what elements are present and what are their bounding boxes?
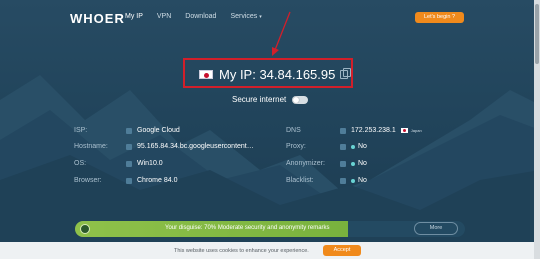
- status-dot-icon: [351, 178, 355, 183]
- anonymizer-icon: [340, 160, 346, 167]
- annotation-arrow-icon: [272, 11, 291, 56]
- os-text: Win10.0: [137, 160, 163, 167]
- main-nav: My IP VPN Download Services ▾: [125, 13, 262, 20]
- dns-icon: [340, 127, 346, 134]
- nav-download[interactable]: Download: [185, 13, 216, 20]
- anonymizer-key: Anonymizer:: [286, 160, 325, 167]
- status-dot-icon: [351, 144, 355, 149]
- proxy-value: No: [340, 143, 367, 150]
- my-ip-value: My IP: 34.84.165.95: [219, 67, 336, 82]
- hostname-key: Hostname:: [74, 143, 108, 150]
- nav-services[interactable]: Services ▾: [230, 13, 261, 20]
- dns-value: 172.253.238.1 Japan: [340, 127, 422, 134]
- server-icon: [126, 143, 132, 150]
- nav-my-ip[interactable]: My IP: [125, 13, 143, 20]
- windows-icon: [126, 160, 132, 167]
- browser-value: Chrome 84.0: [126, 177, 177, 184]
- page-scrollbar[interactable]: [534, 0, 540, 259]
- nav-services-label: Services: [230, 13, 258, 20]
- blacklist-text: No: [358, 177, 367, 184]
- hostname-value: 95.165.84.34.bc.googleusercontent…: [126, 143, 254, 150]
- dns-key: DNS: [286, 127, 301, 134]
- browser-text: Chrome 84.0: [137, 177, 178, 184]
- cloud-icon: [126, 127, 132, 134]
- blacklist-icon: [340, 177, 346, 184]
- proxy-key: Proxy:: [286, 143, 306, 150]
- accept-cookies-button[interactable]: Accept: [323, 245, 361, 256]
- cookie-text: This website uses cookies to enhance you…: [174, 248, 309, 254]
- proxy-text: No: [358, 143, 367, 150]
- lets-begin-button[interactable]: Let's begin ?: [415, 12, 464, 23]
- secure-internet-label: Secure internet: [232, 95, 287, 104]
- anonymizer-value: No: [340, 160, 367, 167]
- mask-icon: [80, 224, 90, 234]
- status-dot-icon: [351, 161, 355, 166]
- isp-key: ISP:: [74, 127, 88, 134]
- browser-key: Browser:: [74, 177, 102, 184]
- os-key: OS:: [74, 160, 87, 167]
- ip-display: My IP: 34.84.165.95: [199, 67, 352, 82]
- chrome-icon: [126, 177, 132, 184]
- chevron-down-icon: ▾: [259, 14, 262, 20]
- disguise-text: Your disguise: 70% Moderate security and…: [165, 225, 330, 231]
- hostname-text: 95.165.84.34.bc.googleusercontent…: [137, 143, 254, 150]
- disguise-progress-bar: Your disguise: 70% Moderate security and…: [75, 221, 465, 237]
- dns-country: Japan: [410, 128, 422, 133]
- more-button[interactable]: More: [414, 222, 458, 235]
- anonymizer-text: No: [358, 160, 367, 167]
- os-value: Win10.0: [126, 160, 163, 167]
- whoer-logo[interactable]: WHOER: [70, 11, 125, 26]
- japan-flag-icon: [400, 128, 408, 133]
- nav-vpn[interactable]: VPN: [157, 13, 171, 20]
- ip-highlight-box: My IP: 34.84.165.95: [183, 58, 353, 88]
- secure-internet: Secure internet: [232, 95, 309, 104]
- scrollbar-thumb[interactable]: [535, 4, 539, 64]
- proxy-icon: [340, 143, 346, 150]
- blacklist-key: Blacklist:: [286, 177, 314, 184]
- cookie-banner: This website uses cookies to enhance you…: [0, 242, 534, 259]
- secure-internet-toggle[interactable]: [292, 95, 309, 104]
- isp-text: Google Cloud: [137, 127, 180, 134]
- copy-icon[interactable]: [340, 68, 352, 79]
- blacklist-value: No: [340, 177, 367, 184]
- dns-text: 172.253.238.1: [351, 127, 396, 134]
- japan-flag-icon: [199, 70, 213, 79]
- isp-value: Google Cloud: [126, 127, 180, 134]
